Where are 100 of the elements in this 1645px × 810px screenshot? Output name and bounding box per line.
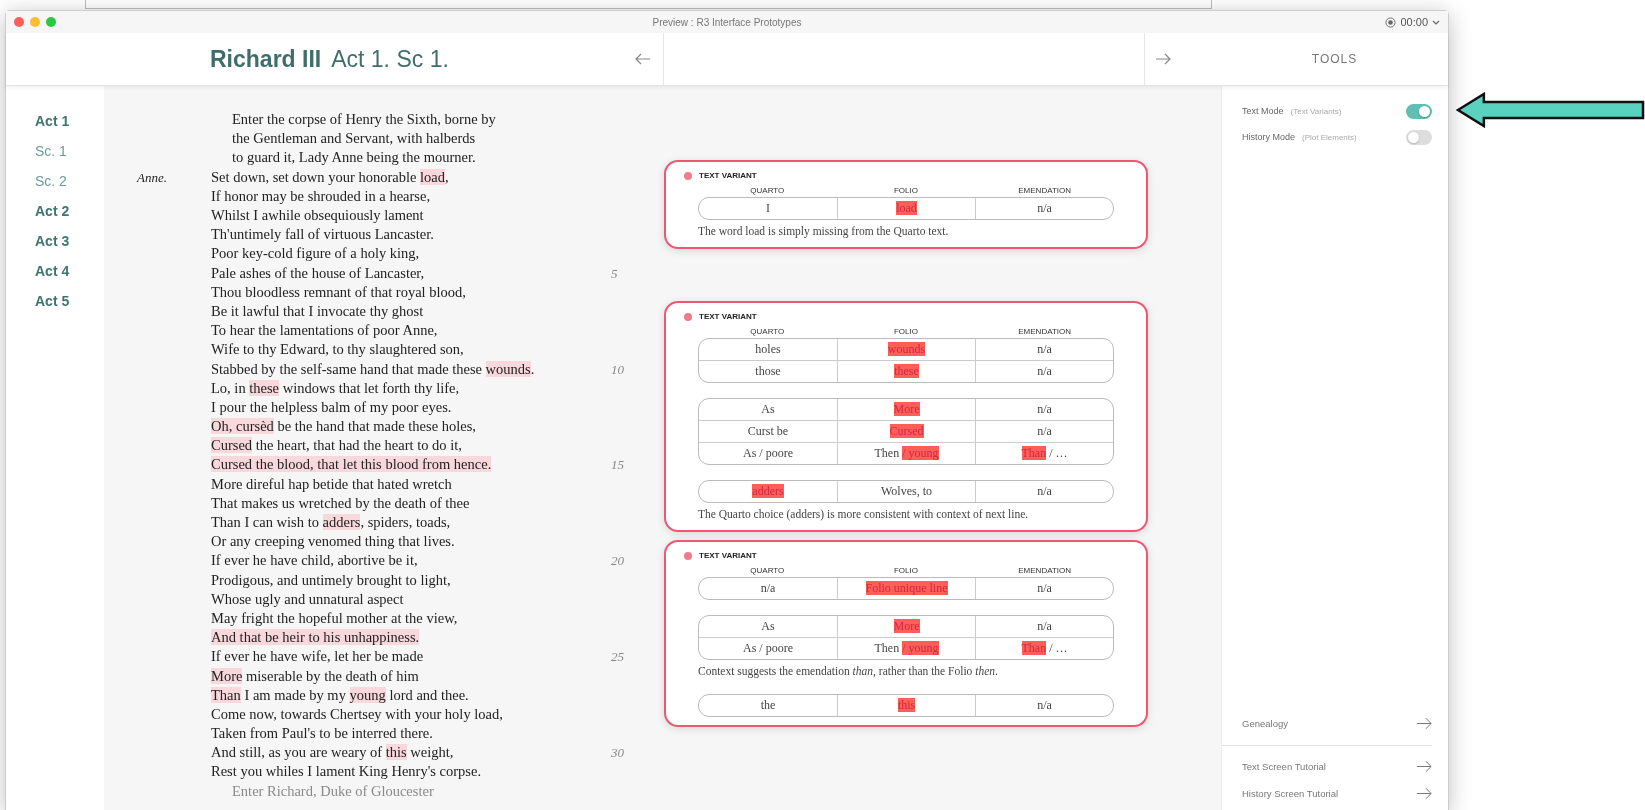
verse-line: Poor key-cold figure of a holy king, <box>211 245 421 263</box>
nav-item[interactable]: Act 4 <box>35 262 104 280</box>
scene-title: Act 1. Sc 1. <box>331 45 449 73</box>
column-header: QUARTO <box>749 566 786 575</box>
column-header: FOLIO <box>893 327 919 336</box>
line-number: 30 <box>611 745 624 761</box>
mode-toggle[interactable] <box>1406 129 1432 145</box>
table-cell: these <box>837 361 975 382</box>
tool-link[interactable]: Text Screen Tutorial <box>1222 745 1432 780</box>
card-title: TEXT VARIANT <box>699 171 757 180</box>
table-cell: Wolves, to <box>837 481 975 502</box>
table-cell: n/a <box>975 339 1113 360</box>
zoom-button[interactable] <box>46 17 56 27</box>
column-header: EMENDATION <box>1017 186 1073 195</box>
table-cell: Then / young <box>837 443 975 464</box>
verse-line: Set down, set down your honorable load, <box>211 168 450 186</box>
table-cell-text: n/a <box>759 580 777 597</box>
mode-toggle[interactable] <box>1406 103 1432 119</box>
verse-line: More miserable by the death of him <box>211 667 420 685</box>
verse-line: Stabbed by the self-same hand that made these wounds. <box>211 360 536 378</box>
variant-note: The Quarto choice (adders) is more consistent with context of next line. <box>698 507 1030 522</box>
mode-label: History Mode <box>1242 132 1295 142</box>
column-header: FOLIO <box>893 186 919 195</box>
column-header: QUARTO <box>749 186 786 195</box>
table-cell: n/a <box>975 361 1113 382</box>
verse-line: Pale ashes of the house of Lancaster, <box>211 264 426 282</box>
verse-line: That makes us wretched by the death of thee <box>211 494 471 512</box>
verse-line: Come now, towards Chertsey with your holy load, <box>211 705 504 723</box>
nav-item[interactable]: Act 1 <box>35 112 104 130</box>
dot-icon <box>684 312 692 321</box>
column-header: FOLIO <box>893 566 919 575</box>
dot-icon <box>684 171 692 180</box>
record-icon[interactable] <box>1385 16 1397 28</box>
table-cell: More <box>837 616 975 637</box>
verse-line: Whose ugly and unnatural aspect <box>211 590 405 608</box>
verse-line: And still, as you are weary of this weight, <box>211 744 455 762</box>
line-number: 25 <box>611 649 624 665</box>
tool-link[interactable]: History Screen Tutorial <box>1242 780 1432 807</box>
verse-line: Than I can wish to adders, spiders, toads, <box>211 514 452 532</box>
verse-line: Taken from Paul's to be interred there. <box>211 725 434 743</box>
minimize-button[interactable] <box>30 17 40 27</box>
verse-line: Cursed the heart, that had the heart to do it, <box>211 437 463 455</box>
table-cell-text: those <box>754 363 782 380</box>
table-cell: n/a <box>975 198 1113 219</box>
table-cell-text: holes <box>754 341 782 358</box>
mode-label: Text Mode <box>1242 106 1284 116</box>
tools-title: TOOLS <box>1311 52 1358 66</box>
nav-item[interactable]: Act 3 <box>35 232 104 250</box>
verse-line: To hear the lamentations of poor Anne, <box>211 322 439 340</box>
verse-line: If honor may be shrouded in a hearse, <box>211 187 432 205</box>
back-arrow-icon[interactable] <box>635 53 651 65</box>
tool-link[interactable]: Genealogy <box>1242 710 1432 737</box>
table-cell-text: As <box>760 618 776 635</box>
table-cell-text: the <box>759 697 777 714</box>
line-number: 5 <box>611 265 618 281</box>
nav-item[interactable]: Act 2 <box>35 202 104 220</box>
mode-hint: (Plot Elements) <box>1302 132 1357 142</box>
line-number: 20 <box>611 553 624 569</box>
verse-line: Rest you whiles I lament King Henry's corpse. <box>211 763 482 781</box>
column-header: EMENDATION <box>1017 327 1073 336</box>
table-cell: n/a <box>975 616 1113 637</box>
verse-line: Wife to thy Edward, to thy slaughtered son, <box>211 341 465 359</box>
verse-line: Oh, cursèd be the hand that made these holes, <box>211 418 477 436</box>
line-number: 10 <box>611 361 624 377</box>
nav-item[interactable]: Sc. 1 <box>35 142 104 160</box>
stage-direction: to guard it, Lady Anne being the mourner. <box>231 149 477 167</box>
verse-line: Prodigous, and untimely brought to light, <box>211 571 452 589</box>
table-cell: Then / young <box>837 638 975 659</box>
table-cell-text: As / poore <box>742 640 794 657</box>
table-cell-text: As / poore <box>742 445 794 462</box>
table-cell: load <box>837 198 975 219</box>
verse-line: Than I am made by my young lord and thee. <box>211 686 470 704</box>
column-header: QUARTO <box>749 327 786 336</box>
table-cell-text: Curst be <box>746 423 790 440</box>
close-button[interactable] <box>14 17 24 27</box>
variant-note: The word load is simply missing from the Quarto text. <box>698 224 950 239</box>
line-number: 15 <box>611 457 624 473</box>
verse-line: Thou bloodless remnant of that royal blood, <box>211 283 467 301</box>
verse-line: Th'untimely fall of virtuous Lancaster. <box>211 226 435 244</box>
arrow-icon <box>1416 717 1432 730</box>
table-cell-text: I <box>765 200 771 217</box>
verse-line: Be it lawful that I invocate thy ghost <box>211 302 425 320</box>
variant-note: Context suggests the emendation than, rather than the Folio then. <box>698 664 999 679</box>
arrow-icon <box>1416 759 1432 773</box>
verse-line: Lo, in these windows that let forth thy life, <box>211 379 461 397</box>
table-cell-text: As <box>760 401 776 418</box>
stage-direction: Enter Richard, Duke of Gloucester <box>231 782 435 800</box>
table-cell: n/a <box>975 695 1113 716</box>
verse-line: Or any creeping venomed thing that lives. <box>211 533 456 551</box>
table-cell: More <box>837 399 975 420</box>
table-cell: n/a <box>975 481 1113 502</box>
nav-item[interactable]: Sc. 2 <box>35 172 104 190</box>
mode-hint: (Text Variants) <box>1290 106 1342 116</box>
caret-icon[interactable] <box>1432 19 1440 25</box>
verse-line: May fright the hopeful mother at the view, <box>211 609 459 627</box>
table-cell: wounds <box>837 339 975 360</box>
stage-direction: Enter the corpse of Henry the Sixth, borne by <box>231 111 497 129</box>
forward-arrow-icon[interactable] <box>1155 53 1171 65</box>
table-cell: n/a <box>975 399 1113 420</box>
nav-item[interactable]: Act 5 <box>35 292 104 310</box>
